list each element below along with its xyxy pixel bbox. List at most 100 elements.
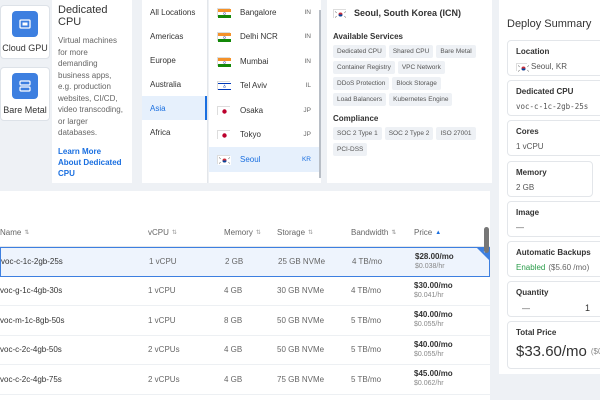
plan-hourly-price: $0.055/hr xyxy=(414,350,444,358)
column-header-label: vCPU xyxy=(148,228,169,237)
city-item-mumbai[interactable]: Mumbai IN xyxy=(209,49,321,74)
plan-bandwidth: 4 TB/mo xyxy=(351,286,382,296)
plan-memory: 2 GB xyxy=(225,257,244,267)
flag-in-icon xyxy=(217,7,231,18)
summary-plan-label: Dedicated CPU xyxy=(516,87,574,96)
region-item-europe[interactable]: Europe xyxy=(142,48,207,72)
region-item-africa[interactable]: Africa xyxy=(142,120,207,144)
city-item-osaka[interactable]: Osaka JP xyxy=(209,98,321,123)
plan-storage: 50 GB NVMe xyxy=(277,315,325,325)
plan-bandwidth: 5 TB/mo xyxy=(351,345,382,355)
column-header-name[interactable]: Name ⇅ xyxy=(0,228,148,237)
flag-jp-icon xyxy=(217,130,231,141)
tag: Block Storage xyxy=(392,77,441,90)
tag: Load Balancers xyxy=(333,93,387,106)
summary-backups: Automatic Backups Enabled ($5.60 /mo) xyxy=(507,241,600,277)
plan-vcpu: 1 vCPU xyxy=(148,315,176,325)
plan-name: voc-c-2c-4gb-75s xyxy=(0,374,62,384)
city-name: Tel Aviv xyxy=(240,81,267,91)
summary-image-value: — xyxy=(516,223,524,232)
column-header-memory[interactable]: Memory ⇅ xyxy=(224,228,277,237)
summary-image-label: Image xyxy=(516,208,540,217)
column-header-bandwidth[interactable]: Bandwidth ⇅ xyxy=(351,228,414,237)
tag: SOC 2 Type 1 xyxy=(333,127,382,140)
plan-price: $45.00/mo xyxy=(414,369,453,379)
plan-card-label: Cloud GPU xyxy=(2,43,48,53)
learn-more-link[interactable]: Learn More About Dedicated CPU xyxy=(58,146,126,179)
flag-kr-icon xyxy=(333,8,347,19)
plan-vcpu: 1 vCPU xyxy=(148,286,176,296)
sort-icon: ⇅ xyxy=(308,230,314,236)
region-item-australia[interactable]: Australia xyxy=(142,72,207,96)
city-item-delhi-ncr[interactable]: Delhi NCR IN xyxy=(209,25,321,50)
city-code: IN xyxy=(304,33,312,41)
city-name: Bangalore xyxy=(240,7,277,17)
city-list-scrollbar[interactable] xyxy=(319,10,321,178)
plan-storage: 75 GB NVMe xyxy=(277,374,325,384)
flag-kr-icon xyxy=(516,62,530,73)
quantity-value[interactable]: 1 xyxy=(585,303,590,313)
table-header: Name ⇅ vCPU ⇅ Memory ⇅ Storage ⇅ Bandwidth ⇅ Price… xyxy=(0,219,490,247)
compliance-tags: SOC 2 Type 1 SOC 2 Type 2 ISO 27001 PCI-DSS xyxy=(333,127,486,156)
column-header-label: Price xyxy=(414,228,433,237)
column-header-storage[interactable]: Storage ⇅ xyxy=(277,228,351,237)
table-row[interactable]: voc-m-1c-8gb-50s 1 vCPU 8 GB 50 GB NVMe 5 TB… xyxy=(0,306,490,336)
plan-bandwidth: 5 TB/mo xyxy=(351,374,382,384)
plan-memory: 4 GB xyxy=(224,374,243,384)
sort-icon: ⇅ xyxy=(171,230,177,236)
flag-kr-icon xyxy=(217,154,231,165)
deploy-summary: Deploy Summary Location Seoul, KR Dedica… xyxy=(499,0,600,374)
column-header-vcpu[interactable]: vCPU ⇅ xyxy=(148,228,224,237)
summary-title: Deploy Summary xyxy=(507,18,592,30)
table-scrollbar[interactable] xyxy=(484,227,489,253)
tag: SOC 2 Type 2 xyxy=(384,127,434,140)
tag: Bare Metal xyxy=(436,45,476,58)
plan-hourly-price: $0.062/hr xyxy=(414,380,444,388)
summary-memory-label: Memory xyxy=(516,168,547,177)
plan-memory: 8 GB xyxy=(224,315,243,325)
gpu-icon xyxy=(12,11,38,37)
flag-in-icon xyxy=(217,56,231,67)
plan-price: $28.00/mo xyxy=(415,251,454,261)
sort-ascending-icon: ▲ xyxy=(435,229,442,236)
plan-info: Dedicated CPU Virtual machines for more … xyxy=(52,0,132,183)
city-code: JP xyxy=(303,106,311,114)
region-item-asia[interactable]: Asia xyxy=(142,96,207,120)
table-row[interactable]: voc-c-1c-2gb-25s 1 vCPU 2 GB 25 GB NVMe 4 TB… xyxy=(0,247,490,277)
sort-icon: ⇅ xyxy=(255,230,261,236)
plan-card-bare-metal[interactable]: Bare Metal xyxy=(0,67,50,121)
region-item-americas[interactable]: Americas xyxy=(142,24,207,48)
summary-plan-value: voc-c-1c-2gb-25s xyxy=(516,102,589,111)
plan-card-cloud-gpu[interactable]: Cloud GPU xyxy=(0,5,50,59)
city-name: Delhi NCR xyxy=(240,32,278,42)
plan-name: voc-c-2c-4gb-50s xyxy=(0,345,62,355)
table-row[interactable]: voc-c-2c-4gb-75s 2 vCPUs 4 GB 75 GB NVMe 5 T… xyxy=(0,365,490,395)
summary-cores-value: 1 vCPU xyxy=(516,142,544,151)
plan-description: Virtual machines for more demanding busi… xyxy=(58,36,123,137)
city-list: Bangalore IN Delhi NCR IN Mumbai IN Tel Aviv IL… xyxy=(209,0,321,183)
table-row[interactable]: voc-g-1c-4gb-30s 1 vCPU 4 GB 30 GB NVMe 4 TB… xyxy=(0,277,490,306)
city-code: KR xyxy=(301,155,311,163)
backups-price: ($5.60 /mo) xyxy=(548,263,590,272)
column-header-price[interactable]: Price ▲ xyxy=(414,228,484,237)
city-item-seoul[interactable]: Seoul KR xyxy=(209,147,321,172)
plan-price: $30.00/mo xyxy=(414,280,453,290)
plan-price: $40.00/mo xyxy=(414,339,453,349)
plan-storage: 30 GB NVMe xyxy=(277,286,325,296)
plan-vcpu: 2 vCPUs xyxy=(148,374,180,384)
plan-name: voc-c-1c-2gb-25s xyxy=(1,257,63,267)
city-item-bangalore[interactable]: Bangalore IN xyxy=(209,0,321,25)
table-row[interactable]: voc-c-2c-4gb-50s 2 vCPUs 4 GB 50 GB NVMe 5 T… xyxy=(0,336,490,365)
summary-backups-label: Automatic Backups xyxy=(516,248,591,257)
city-item-tokyo[interactable]: Tokyo JP xyxy=(209,123,321,148)
location-details: Seoul, South Korea (ICN) Available Servi… xyxy=(327,0,492,183)
plan-bandwidth: 4 TB/mo xyxy=(352,257,383,267)
city-item-tel-aviv[interactable]: Tel Aviv IL xyxy=(209,74,321,99)
city-name: Osaka xyxy=(240,105,264,115)
total-price: $33.60/mo xyxy=(516,343,587,360)
summary-location-label: Location xyxy=(516,47,550,56)
city-name: Tokyo xyxy=(240,130,261,140)
region-item-all-locations[interactable]: All Locations xyxy=(142,0,207,24)
summary-location: Location Seoul, KR xyxy=(507,40,600,76)
quantity-decrement-button[interactable]: — xyxy=(516,304,530,313)
